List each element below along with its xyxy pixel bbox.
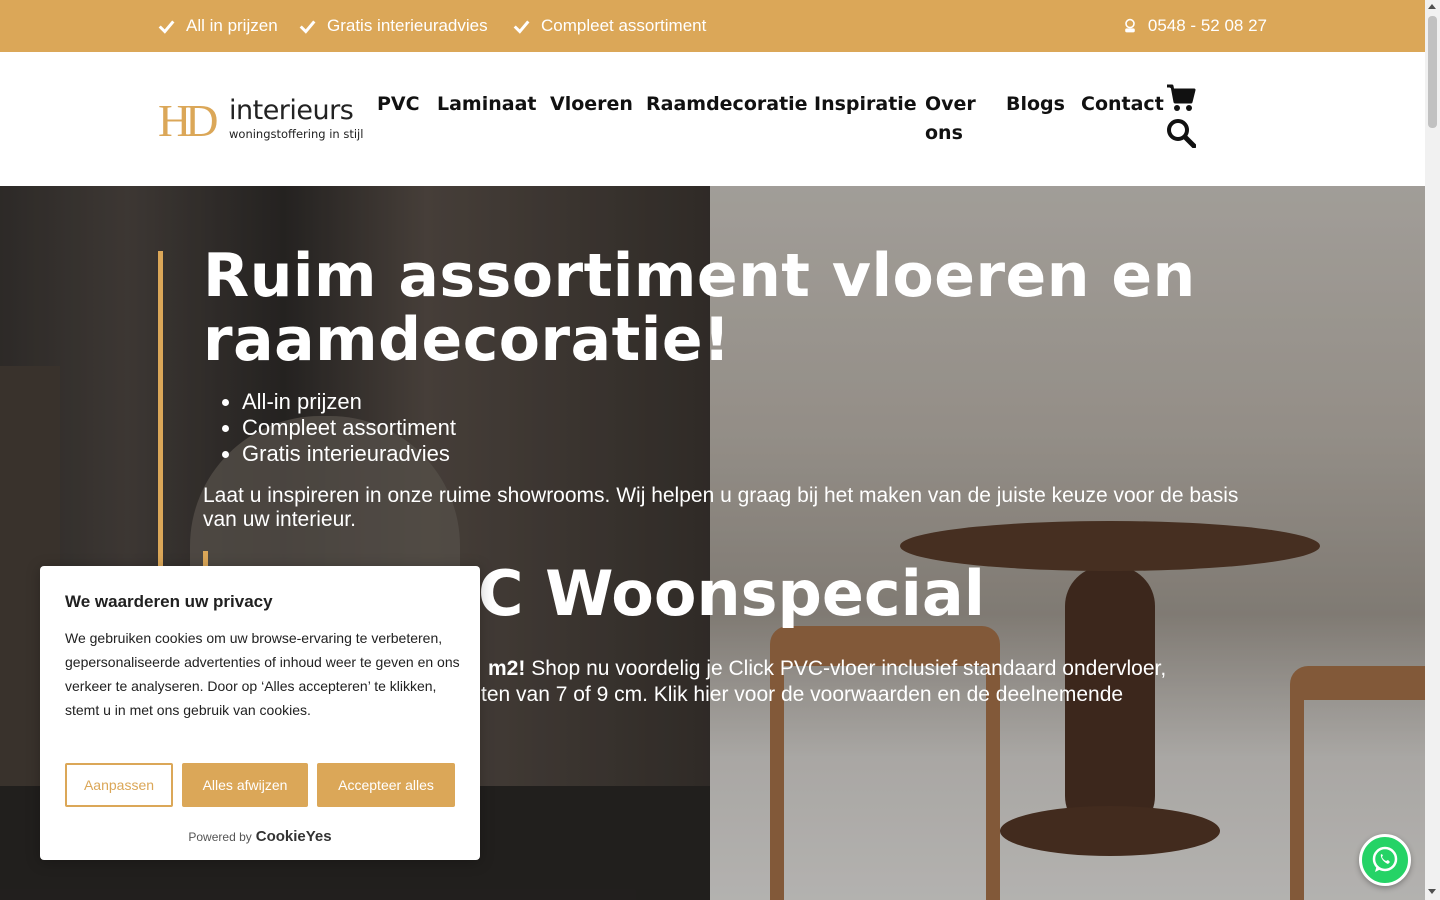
promo-line-1: Shop nu voordelig je Click PVC-vloer inc… [525, 657, 1167, 680]
hero-subtitle: C Woonspecial [478, 557, 986, 630]
hero-bullets: All-in prijzen Compleet assortiment Grat… [242, 389, 456, 467]
check-icon [158, 19, 175, 34]
nav-item-raamdecoratie[interactable]: Raamdecoratie [646, 90, 808, 119]
usp-label: Gratis interieuradvies [327, 16, 488, 35]
site-header: HD interieurs woningstoffering in stijl … [0, 52, 1425, 186]
check-icon [513, 19, 530, 34]
site-logo[interactable]: HD interieurs woningstoffering in stijl [158, 95, 368, 146]
logo-tagline: woningstoffering in stijl [229, 127, 364, 141]
powered-by-label: Powered by [188, 830, 252, 844]
phone-number[interactable]: 0548 - 52 08 27 [1148, 16, 1267, 36]
phone-icon [1125, 18, 1135, 33]
nav-item-inspiratie[interactable]: Inspiratie [814, 90, 917, 119]
search-icon[interactable] [1166, 118, 1196, 148]
cookie-text: We gebruiken cookies om uw browse-ervari… [65, 630, 460, 718]
powered-by: Powered by CookieYes [40, 828, 480, 845]
nav-item-contact[interactable]: Contact [1081, 90, 1164, 119]
bullet-item: All-in prijzen [242, 389, 456, 415]
scrollbar-thumb[interactable] [1428, 16, 1437, 128]
hero-title: Ruim assortiment vloeren en raamdecorati… [203, 241, 1196, 375]
cart-icon[interactable] [1166, 84, 1196, 112]
page-scrollbar[interactable] [1425, 0, 1440, 900]
check-icon [299, 19, 316, 34]
accent-bar [158, 251, 163, 571]
whatsapp-button[interactable] [1359, 834, 1411, 886]
nav-item-laminaat[interactable]: Laminaat [437, 90, 537, 119]
nav-item-vloeren[interactable]: Vloeren [550, 90, 633, 119]
cookieyes-logo[interactable]: CookieYes [256, 828, 332, 845]
usp-item: All in prijzen [158, 0, 278, 52]
scroll-up-icon[interactable] [1428, 4, 1436, 9]
cookie-consent-dialog: We waarderen uw privacy We gebruiken coo… [40, 566, 480, 860]
nav-item-over-ons[interactable]: Over ons [925, 90, 981, 148]
customize-button[interactable]: Aanpassen [65, 763, 173, 807]
usp-item: Compleet assortiment [513, 0, 706, 52]
nav-item-pvc[interactable]: PVC [377, 90, 420, 119]
logo-mark: HD [158, 95, 219, 146]
bullet-item: Gratis interieuradvies [242, 441, 456, 467]
top-bar: All in prijzen Gratis interieuradvies Co… [0, 0, 1425, 52]
hero-intro: Laat u inspireren in onze ruime showroom… [203, 484, 1239, 531]
bullet-item: Compleet assortiment [242, 415, 456, 441]
logo-name: interieurs [229, 95, 354, 126]
accept-all-button[interactable]: Accepteer alles [317, 763, 455, 807]
scroll-down-icon[interactable] [1428, 889, 1436, 894]
promo-bold: m2! [488, 657, 526, 680]
phone-link[interactable]: 0548 - 52 08 27 [1122, 0, 1267, 52]
cookie-title: We waarderen uw privacy [65, 592, 273, 611]
whatsapp-icon [1372, 846, 1398, 872]
reject-all-button[interactable]: Alles afwijzen [182, 763, 308, 807]
usp-label: Compleet assortiment [541, 16, 707, 35]
promo-line-2: ten van 7 of 9 cm. Klik hier voor de voo… [481, 683, 1124, 706]
usp-label: All in prijzen [186, 16, 278, 35]
usp-item: Gratis interieuradvies [299, 0, 488, 52]
nav-item-blogs[interactable]: Blogs [1006, 90, 1065, 119]
